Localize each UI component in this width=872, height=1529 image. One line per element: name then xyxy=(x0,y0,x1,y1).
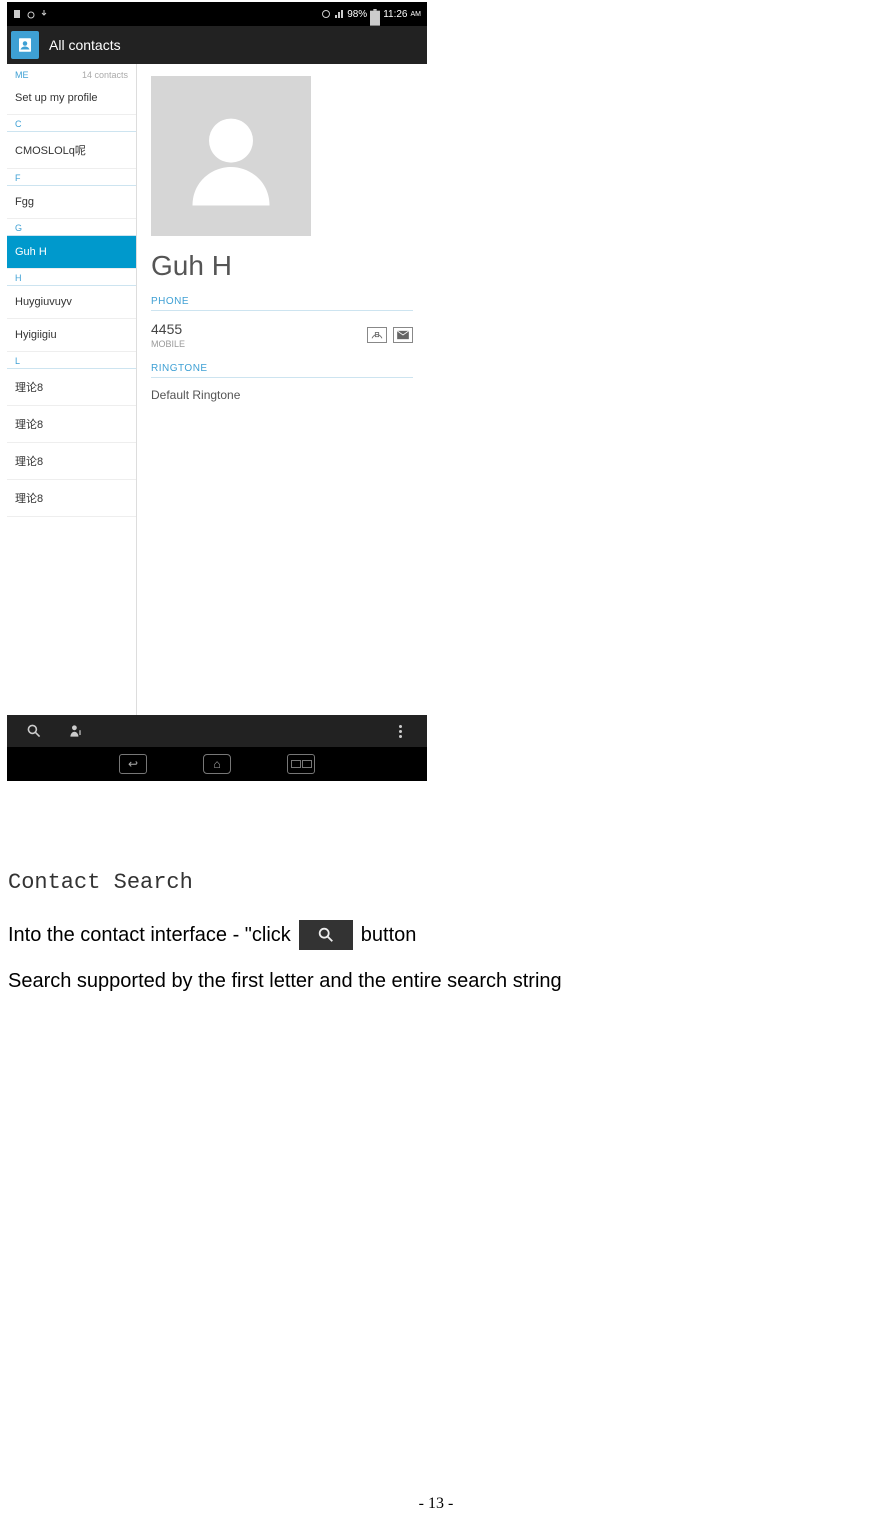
sidebar-item[interactable]: Huygiuvuyv xyxy=(7,286,136,319)
doc-line-1a: Into the contact interface - "click xyxy=(8,924,291,947)
call-icon[interactable] xyxy=(367,327,387,343)
content-pane: ME 14 contacts Set up my profile CCMOSLO… xyxy=(7,64,427,715)
nav-recent-button[interactable] xyxy=(287,754,315,774)
doc-line-1b: button xyxy=(361,924,417,947)
phone-entry[interactable]: 4455 MOBILE xyxy=(151,321,413,349)
section-letter: F xyxy=(7,169,136,186)
status-bar: 98% 11:26 AM xyxy=(7,2,427,26)
section-letter: L xyxy=(7,352,136,369)
overflow-menu-button[interactable] xyxy=(379,717,421,745)
contact-detail: Guh H PHONE 4455 MOBILE xyxy=(137,64,427,715)
setup-profile[interactable]: Set up my profile xyxy=(7,82,136,115)
battery-pct: 98% xyxy=(347,9,367,20)
contacts-app-icon[interactable] xyxy=(11,31,39,59)
app-title: All contacts xyxy=(49,37,121,53)
avatar xyxy=(151,76,311,236)
system-nav-bar xyxy=(7,747,427,781)
ringtone-value[interactable]: Default Ringtone xyxy=(151,388,413,402)
phone-section-label: PHONE xyxy=(151,296,413,311)
nav-home-button[interactable] xyxy=(203,754,231,774)
add-contact-button[interactable] xyxy=(55,717,97,745)
section-letter: H xyxy=(7,269,136,286)
ringtone-section-label: RINGTONE xyxy=(151,363,413,378)
sidebar-list: CCMOSLOLq呢FFggGGuh HHHuygiuvuyvHyigiigiu… xyxy=(7,115,136,517)
sidebar-item[interactable]: Hyigiigiu xyxy=(7,319,136,352)
sidebar-item[interactable]: CMOSLOLq呢 xyxy=(7,132,136,169)
section-heading: Contact Search xyxy=(8,870,193,895)
signal-icon xyxy=(334,9,344,19)
app-bar: All contacts xyxy=(7,26,427,64)
action-bar xyxy=(7,715,427,747)
tablet-screenshot: 98% 11:26 AM All contacts ME 14 contacts… xyxy=(7,2,427,781)
phone-number: 4455 xyxy=(151,321,185,337)
sidebar-item[interactable]: 理论8 xyxy=(7,369,136,406)
alarm-icon xyxy=(26,9,36,19)
page-number: - 13 - xyxy=(0,1495,872,1513)
battery-icon xyxy=(370,9,380,19)
contacts-count: 14 contacts xyxy=(82,70,128,80)
sdcard-icon xyxy=(13,9,23,19)
section-letter: G xyxy=(7,219,136,236)
contact-name: Guh H xyxy=(151,250,413,282)
phone-type: MOBILE xyxy=(151,339,185,349)
sync-icon xyxy=(321,9,331,19)
sidebar-item[interactable]: 理论8 xyxy=(7,443,136,480)
download-icon xyxy=(39,9,49,19)
message-icon[interactable] xyxy=(393,327,413,343)
search-button[interactable] xyxy=(13,717,55,745)
section-letter: C xyxy=(7,115,136,132)
inline-search-icon xyxy=(299,920,353,950)
status-time: 11:26 xyxy=(383,9,407,20)
sidebar-item[interactable]: 理论8 xyxy=(7,406,136,443)
sidebar-item[interactable]: Fgg xyxy=(7,186,136,219)
me-label: ME xyxy=(15,70,29,80)
sidebar-item[interactable]: 理论8 xyxy=(7,480,136,517)
doc-line-2: Search supported by the first letter and… xyxy=(8,970,562,993)
nav-back-button[interactable] xyxy=(119,754,147,774)
sidebar-item[interactable]: Guh H xyxy=(7,236,136,269)
contacts-sidebar: ME 14 contacts Set up my profile CCMOSLO… xyxy=(7,64,137,715)
doc-line-1: Into the contact interface - "click butt… xyxy=(8,920,416,950)
status-ampm: AM xyxy=(411,11,422,18)
